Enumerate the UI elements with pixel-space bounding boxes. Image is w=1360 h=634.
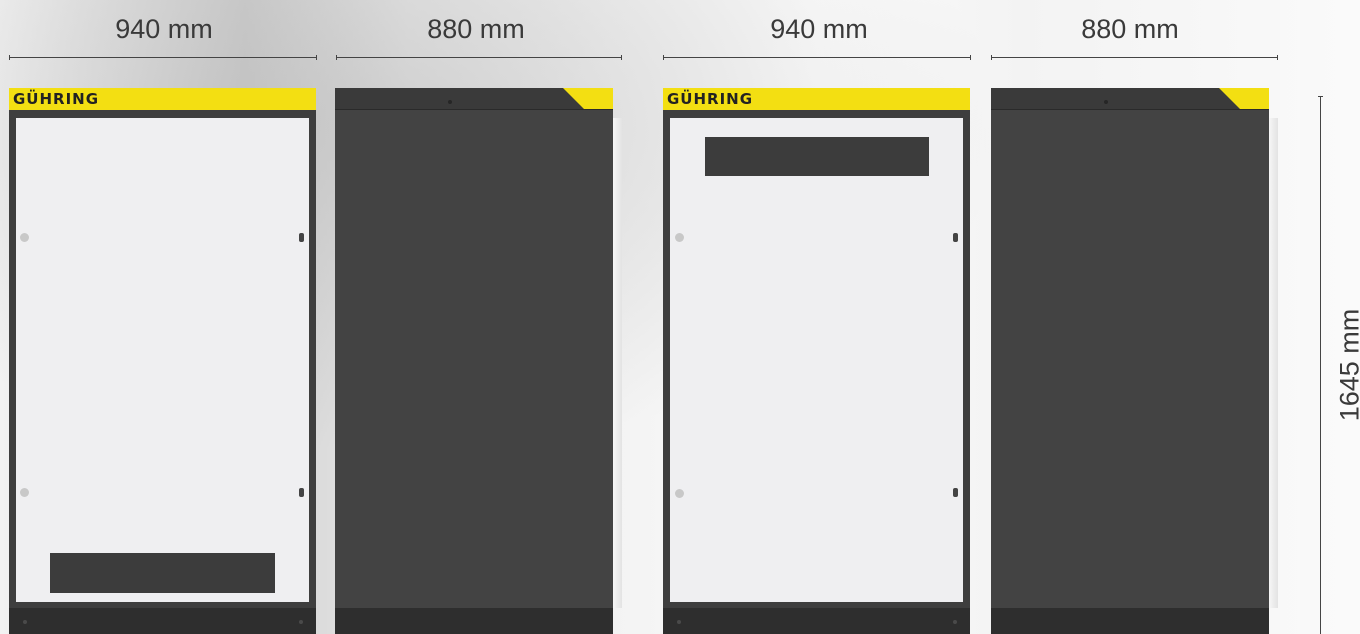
- cabinet-plinth: [335, 608, 613, 634]
- brand-strip: GÜHRING: [9, 88, 316, 110]
- display-slot: [50, 553, 275, 593]
- cabinet-plinth: [991, 608, 1269, 634]
- cabinet-front-view-1: GÜHRING: [9, 88, 316, 634]
- side-panel: [335, 110, 613, 608]
- brand-strip: GÜHRING: [663, 88, 970, 110]
- brand-logo: GÜHRING: [667, 90, 754, 108]
- cabinet-side-view-1: [335, 88, 635, 634]
- depth-dimension-label-2: 880 mm: [1081, 14, 1179, 44]
- height-dimension-label: 1645 mm: [1334, 308, 1360, 422]
- foot-bolt: [299, 620, 303, 624]
- cabinet-side-view-2: [991, 88, 1291, 634]
- width-dimension-line-1: [9, 55, 317, 60]
- foot-bolt: [677, 620, 681, 624]
- hinge-icon: [20, 488, 29, 497]
- brand-corner-accent: [563, 88, 613, 110]
- foot-bolt: [953, 620, 957, 624]
- width-dimension-label-1: 940 mm: [115, 14, 213, 44]
- depth-dimension-label-1: 880 mm: [427, 14, 525, 44]
- depth-dimension-line-1: [336, 55, 622, 60]
- depth-dimension-line-2: [991, 55, 1278, 60]
- cabinet-edge: [613, 118, 622, 608]
- side-panel: [991, 110, 1269, 608]
- cabinet-edge: [1269, 118, 1278, 608]
- width-dimension-line-2: [663, 55, 971, 60]
- display-slot: [705, 137, 929, 176]
- door-panel: [670, 118, 963, 602]
- lock-icon: [953, 488, 958, 497]
- cabinet-front-view-2: GÜHRING: [663, 88, 970, 634]
- height-dimension-line: [1318, 96, 1323, 634]
- brand-corner-accent: [1219, 88, 1269, 110]
- door-panel: [16, 118, 309, 602]
- lock-icon: [299, 488, 304, 497]
- cabinet-plinth: [9, 608, 316, 634]
- width-dimension-label-2: 940 mm: [770, 14, 868, 44]
- lock-icon: [953, 233, 958, 242]
- bolt-icon: [1104, 100, 1108, 104]
- hinge-icon: [675, 233, 684, 242]
- brand-logo: GÜHRING: [13, 90, 100, 108]
- foot-bolt: [23, 620, 27, 624]
- bolt-icon: [448, 100, 452, 104]
- hinge-icon: [20, 233, 29, 242]
- hinge-icon: [675, 489, 684, 498]
- cabinet-plinth: [663, 608, 970, 634]
- lock-icon: [299, 233, 304, 242]
